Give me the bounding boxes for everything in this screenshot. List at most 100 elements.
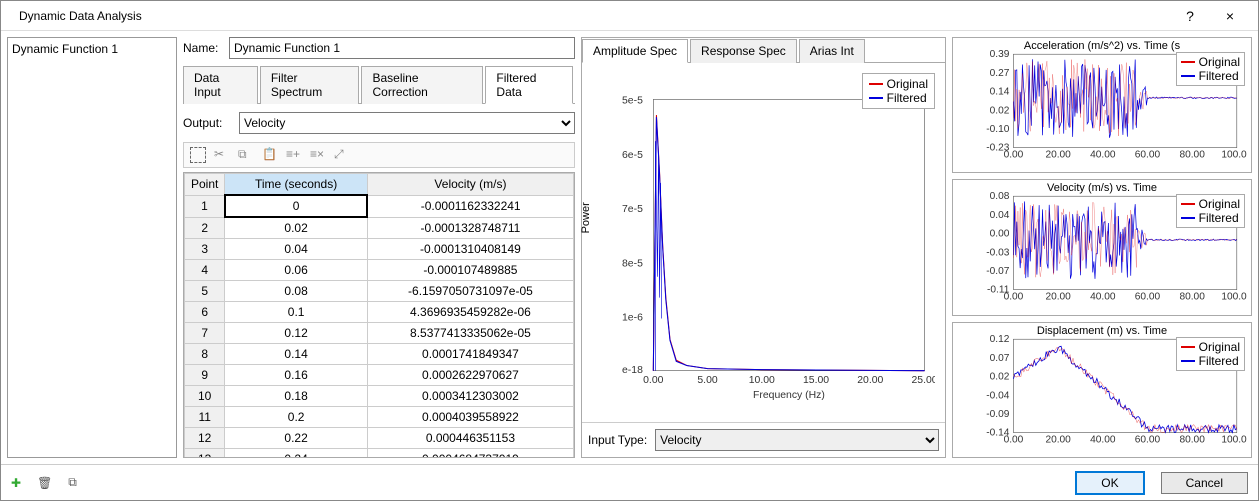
- table-row[interactable]: 1 0 -0.0001162332241: [185, 195, 574, 217]
- cell-point[interactable]: 11: [185, 407, 225, 428]
- cell-value[interactable]: -0.0001162332241: [367, 195, 573, 217]
- function-list-item[interactable]: Dynamic Function 1: [12, 42, 172, 56]
- table-row[interactable]: 8 0.14 0.0001741849347: [185, 344, 574, 365]
- insert-row-icon[interactable]: ≡+: [286, 147, 302, 163]
- col-value[interactable]: Velocity (m/s): [367, 174, 573, 196]
- main-tab-data-input[interactable]: Data Input: [183, 66, 258, 104]
- cell-value[interactable]: -6.1597050731097e-05: [367, 281, 573, 302]
- cut-icon[interactable]: ✂: [214, 147, 230, 163]
- copy-function-icon[interactable]: ⧉: [68, 475, 77, 490]
- svg-text:100.00: 100.00: [1221, 150, 1247, 161]
- cell-point[interactable]: 5: [185, 281, 225, 302]
- cell-time[interactable]: 0.04: [225, 239, 368, 260]
- copy-icon[interactable]: ⧉: [238, 147, 254, 163]
- cell-time[interactable]: 0.14: [225, 344, 368, 365]
- ok-button[interactable]: OK: [1075, 471, 1144, 495]
- table-row[interactable]: 4 0.06 -0.000107489885: [185, 260, 574, 281]
- cell-point[interactable]: 6: [185, 302, 225, 323]
- spec-tab-arias-int[interactable]: Arias Int: [799, 39, 865, 63]
- spec-tab-response-spec[interactable]: Response Spec: [690, 39, 797, 63]
- cell-time[interactable]: 0.1: [225, 302, 368, 323]
- svg-text:0.14: 0.14: [990, 87, 1010, 98]
- dialog: Dynamic Data Analysis ? × Dynamic Functi…: [0, 0, 1259, 501]
- main-tab-filtered-data[interactable]: Filtered Data: [485, 66, 573, 104]
- delete-icon[interactable]: 🗑: [37, 476, 52, 490]
- resize-icon[interactable]: ⤢: [334, 147, 350, 163]
- table-row[interactable]: 11 0.2 0.0004039558922: [185, 407, 574, 428]
- table-row[interactable]: 9 0.16 0.0002622970627: [185, 365, 574, 386]
- table-row[interactable]: 2 0.02 -0.0001328748711: [185, 217, 574, 239]
- table-row[interactable]: 7 0.12 8.5377413335062e-05: [185, 323, 574, 344]
- cell-time[interactable]: 0.06: [225, 260, 368, 281]
- cell-time[interactable]: 0.2: [225, 407, 368, 428]
- col-point[interactable]: Point: [185, 174, 225, 196]
- svg-text:60.00: 60.00: [1135, 292, 1161, 303]
- svg-text:-0.04: -0.04: [986, 390, 1009, 401]
- cell-point[interactable]: 4: [185, 260, 225, 281]
- function-list[interactable]: Dynamic Function 1: [7, 37, 177, 458]
- cell-value[interactable]: -0.0001310408149: [367, 239, 573, 260]
- input-type-select[interactable]: Velocity: [655, 429, 939, 451]
- help-button[interactable]: ?: [1170, 8, 1210, 24]
- cell-point[interactable]: 13: [185, 449, 225, 459]
- paste-icon[interactable]: 📋: [262, 147, 278, 163]
- close-button[interactable]: ×: [1210, 8, 1250, 24]
- table-row[interactable]: 12 0.22 0.000446351153: [185, 428, 574, 449]
- svg-text:-0.09: -0.09: [986, 409, 1009, 420]
- cell-point[interactable]: 2: [185, 217, 225, 239]
- main-tab-baseline-correction[interactable]: Baseline Correction: [361, 66, 483, 104]
- cell-value[interactable]: 0.000446351153: [367, 428, 573, 449]
- cell-time[interactable]: 0.02: [225, 217, 368, 239]
- cell-value[interactable]: 0.0004039558922: [367, 407, 573, 428]
- cell-value[interactable]: -0.000107489885: [367, 260, 573, 281]
- table-row[interactable]: 5 0.08 -6.1597050731097e-05: [185, 281, 574, 302]
- table-row[interactable]: 13 0.24 0.0004684737019: [185, 449, 574, 459]
- cell-point[interactable]: 7: [185, 323, 225, 344]
- svg-text:0.02: 0.02: [990, 371, 1010, 382]
- cell-value[interactable]: 0.0003412303002: [367, 386, 573, 407]
- svg-text:100.00: 100.00: [1221, 292, 1247, 303]
- cell-point[interactable]: 10: [185, 386, 225, 407]
- cell-point[interactable]: 1: [185, 195, 225, 217]
- input-type-label: Input Type:: [588, 433, 647, 447]
- cell-point[interactable]: 3: [185, 239, 225, 260]
- cell-value[interactable]: 0.0001741849347: [367, 344, 573, 365]
- cell-point[interactable]: 8: [185, 344, 225, 365]
- cell-point[interactable]: 12: [185, 428, 225, 449]
- svg-text:40.00: 40.00: [1090, 434, 1116, 445]
- cell-time[interactable]: 0: [225, 195, 368, 217]
- data-table-wrap[interactable]: Point Time (seconds) Velocity (m/s) 1 0 …: [183, 172, 575, 458]
- cell-time[interactable]: 0.22: [225, 428, 368, 449]
- cell-value[interactable]: 0.0002622970627: [367, 365, 573, 386]
- cell-time[interactable]: 0.12: [225, 323, 368, 344]
- cell-value[interactable]: 0.0004684737019: [367, 449, 573, 459]
- spec-tab-amplitude-spec[interactable]: Amplitude Spec: [582, 39, 688, 63]
- table-row[interactable]: 6 0.1 4.3696935459282e-06: [185, 302, 574, 323]
- table-row[interactable]: 3 0.04 -0.0001310408149: [185, 239, 574, 260]
- titlebar: Dynamic Data Analysis ? ×: [1, 1, 1258, 31]
- amplitude-chart: Power Original Filtered 3.95e-5 3.16e-5 …: [582, 63, 945, 422]
- cell-value[interactable]: 4.3696935459282e-06: [367, 302, 573, 323]
- cell-time[interactable]: 0.18: [225, 386, 368, 407]
- cell-value[interactable]: 8.5377413335062e-05: [367, 323, 573, 344]
- cell-time[interactable]: 0.24: [225, 449, 368, 459]
- svg-text:-0.10: -0.10: [986, 124, 1009, 135]
- dialog-body: Dynamic Function 1 Name: Data InputFilte…: [1, 31, 1258, 464]
- cell-value[interactable]: -0.0001328748711: [367, 217, 573, 239]
- col-time[interactable]: Time (seconds): [225, 174, 368, 196]
- add-icon[interactable]: ✚: [11, 476, 21, 490]
- delete-row-icon[interactable]: ≡×: [310, 147, 326, 163]
- cell-point[interactable]: 9: [185, 365, 225, 386]
- svg-text:0.08: 0.08: [990, 192, 1010, 203]
- dialog-footer: ✚ 🗑 ⧉ OK Cancel: [1, 464, 1258, 500]
- cell-time[interactable]: 0.08: [225, 281, 368, 302]
- select-icon[interactable]: [190, 147, 206, 163]
- center-panel: Name: Data InputFilter SpectrumBaseline …: [183, 37, 575, 458]
- output-select[interactable]: Velocity: [239, 112, 575, 134]
- table-row[interactable]: 10 0.18 0.0003412303002: [185, 386, 574, 407]
- name-input[interactable]: [229, 37, 575, 59]
- cell-time[interactable]: 0.16: [225, 365, 368, 386]
- cancel-button[interactable]: Cancel: [1161, 472, 1248, 494]
- main-tab-filter-spectrum[interactable]: Filter Spectrum: [260, 66, 360, 104]
- table-toolbar: ✂ ⧉ 📋 ≡+ ≡× ⤢: [183, 142, 575, 168]
